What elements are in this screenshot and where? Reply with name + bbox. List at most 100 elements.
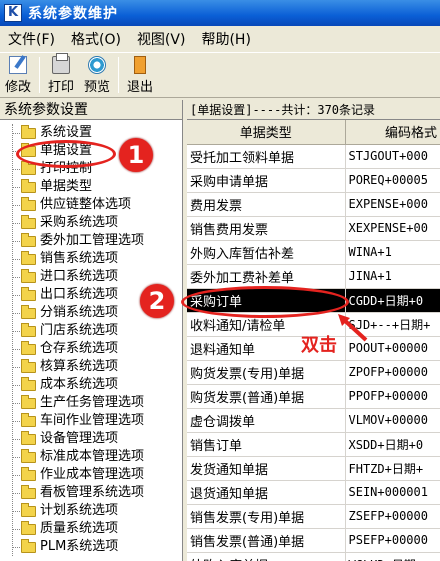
tree-item[interactable]: 看板管理系统选项 [0,484,182,502]
menu-help[interactable]: 帮助(H) [193,29,258,49]
preview-button[interactable]: 预览 [79,53,115,97]
cell-bill-type: 采购申请单据 [187,168,346,193]
tree-item-label: 供应链整体选项 [40,197,132,212]
menu-view[interactable]: 视图(V) [129,29,194,49]
table-row[interactable]: 采购订单 CGDD+日期+0 [187,288,440,313]
table-row[interactable]: 受托加工领料单据 STJGOUT+000 [187,144,440,169]
cell-code-format: POREQ+00005 [345,168,440,193]
table-row[interactable]: 发货通知单据 FHTZD+日期+ [187,456,440,481]
table-row[interactable]: 虚仓调拨单 VLMOV+00000 [187,408,440,433]
folder-icon [21,197,36,211]
column-header-code-format[interactable]: 编码格式 [345,120,440,145]
table-row[interactable]: 外购入库单据WGLKD+日期+ [187,552,440,561]
table-row[interactable]: 销售订单 XSDD+日期+0 [187,432,440,457]
tree-item-label: 分销系统选项 [40,305,119,320]
menu-format[interactable]: 格式(O) [63,29,129,49]
table-row[interactable]: 销售发票(普通)单据 PSEFP+00000 [187,528,440,553]
cell-code-format: ZSEFP+00000 [345,504,440,529]
cell-bill-type: 退货通知单据 [187,480,346,505]
tree-item[interactable]: 供应链整体选项 [0,196,182,214]
record-summary: [单据设置]----共计：370条记录 [187,100,440,120]
tree-item[interactable]: 采购系统选项 [0,214,182,232]
table-row[interactable]: 购货发票(专用)单据 ZPOFP+00000 [187,360,440,385]
cell-bill-type: 销售费用发票 [187,216,346,241]
tree-item[interactable]: 仓存系统选项 [0,340,182,358]
cell-bill-type: 退料通知单 [187,336,346,361]
tree-item-label: 看板管理系统选项 [40,485,145,500]
tree-item-label: 委外加工管理选项 [40,233,145,248]
column-header-bill-type[interactable]: 单据类型 [187,120,346,145]
folder-icon [21,395,36,409]
tree-item[interactable]: 质量系统选项 [0,520,182,538]
cell-code-format: JINA+1 [345,264,440,289]
tree-item[interactable]: 单据设置 [0,142,182,160]
table-row[interactable]: 采购申请单据 POREQ+00005 [187,168,440,193]
tree-header: 系统参数设置 [0,100,182,120]
app-icon: K [4,4,22,22]
tree-item-label: 标准成本管理选项 [40,449,145,464]
tree-item[interactable]: 委外加工管理选项 [0,232,182,250]
tree-item[interactable]: 出口系统选项 [0,286,182,304]
print-label: 打印 [48,79,75,95]
tree-item[interactable]: 打印控制 [0,160,182,178]
folder-icon [21,521,36,535]
cell-bill-type: 购货发票(普通)单据 [187,384,346,409]
tree-item[interactable]: 单据类型 [0,178,182,196]
menu-bar: 文件(F) 格式(O) 视图(V) 帮助(H) [0,28,440,50]
tree-item-label: PLM系统选项 [40,539,119,554]
tree-item[interactable]: 核算系统选项 [0,358,182,376]
tree-item[interactable]: 销售系统选项 [0,250,182,268]
table-row[interactable]: 外购入库暂估补差 WINA+1 [187,240,440,265]
print-button[interactable]: 打印 [43,52,79,97]
tree-item[interactable]: 标准成本管理选项 [0,448,182,466]
menu-file[interactable]: 文件(F) [0,29,63,49]
tree-item-label: 单据设置 [40,143,93,158]
cell-bill-type: 销售发票(普通)单据 [187,528,346,553]
cell-bill-type: 费用发票 [187,192,346,217]
tree-item-label: 质量系统选项 [40,521,119,536]
tree-item[interactable]: 设备管理选项 [0,430,182,448]
folder-icon [21,377,36,391]
cell-code-format: PPOFP+00000 [345,384,440,409]
folder-icon [21,323,36,337]
table-row[interactable]: 委外加工费补差单 JINA+1 [187,264,440,289]
tree-item[interactable]: 门店系统选项 [0,322,182,340]
table-row[interactable]: 收料通知/请检单 SJD+--+日期+ [187,312,440,337]
folder-icon [21,431,36,445]
table-row[interactable]: 退料通知单 POOUT+00000 [187,336,440,361]
folder-icon [21,449,36,463]
tree-item[interactable]: 成本系统选项 [0,376,182,394]
tree-item-label: 单据类型 [40,179,93,194]
tree-item[interactable]: 计划系统选项 [0,502,182,520]
edit-button[interactable]: 修改 [0,53,36,97]
folder-icon [21,287,36,301]
toolbar: 修改 打印 预览 退出 [0,52,440,98]
table-row[interactable]: 销售费用发票 XEXPENSE+00 [187,216,440,241]
folder-icon [21,413,36,427]
bill-settings-table: 单据类型 编码格式 受托加工领料单据 STJGOUT+000 采购申请单据 POREQ… [187,120,440,561]
tree-view: 系统设置 单据设置打印控制 单据类型供应链整体选项采购系统选项 委外加工管理选项销售系… [0,120,182,556]
cell-code-format: EXPENSE+000 [345,192,440,217]
table-row[interactable]: 销售发票(专用)单据 ZSEFP+00000 [187,504,440,529]
tree-item[interactable]: 生产任务管理选项 [0,394,182,412]
tree-item[interactable]: 系统设置 [0,124,182,142]
cell-bill-type: 购货发票(专用)单据 [187,360,346,385]
tree-item[interactable]: 进口系统选项 [0,268,182,286]
table-row[interactable]: 退货通知单据 SEIN+000001 [187,480,440,505]
folder-icon [21,305,36,319]
cell-code-format: FHTZD+日期+ [345,456,440,481]
exit-button[interactable]: 退出 [122,53,158,97]
table-row[interactable]: 购货发票(普通)单据 PPOFP+00000 [187,384,440,409]
tree-item[interactable]: PLM系统选项 [0,538,182,556]
tree-item-label: 门店系统选项 [40,323,119,338]
cell-bill-type: 受托加工领料单据 [187,144,346,169]
edit-label: 修改 [5,79,32,95]
tree-item[interactable]: 作业成本管理选项 [0,466,182,484]
tree-item-label: 作业成本管理选项 [40,467,145,482]
tree-item[interactable]: 车间作业管理选项 [0,412,182,430]
tree-item[interactable]: 分销系统选项 [0,304,182,322]
cell-bill-type: 发货通知单据 [187,456,346,481]
folder-icon [21,233,36,247]
cell-bill-type: 委外加工费补差单 [187,264,346,289]
table-row[interactable]: 费用发票 EXPENSE+000 [187,192,440,217]
